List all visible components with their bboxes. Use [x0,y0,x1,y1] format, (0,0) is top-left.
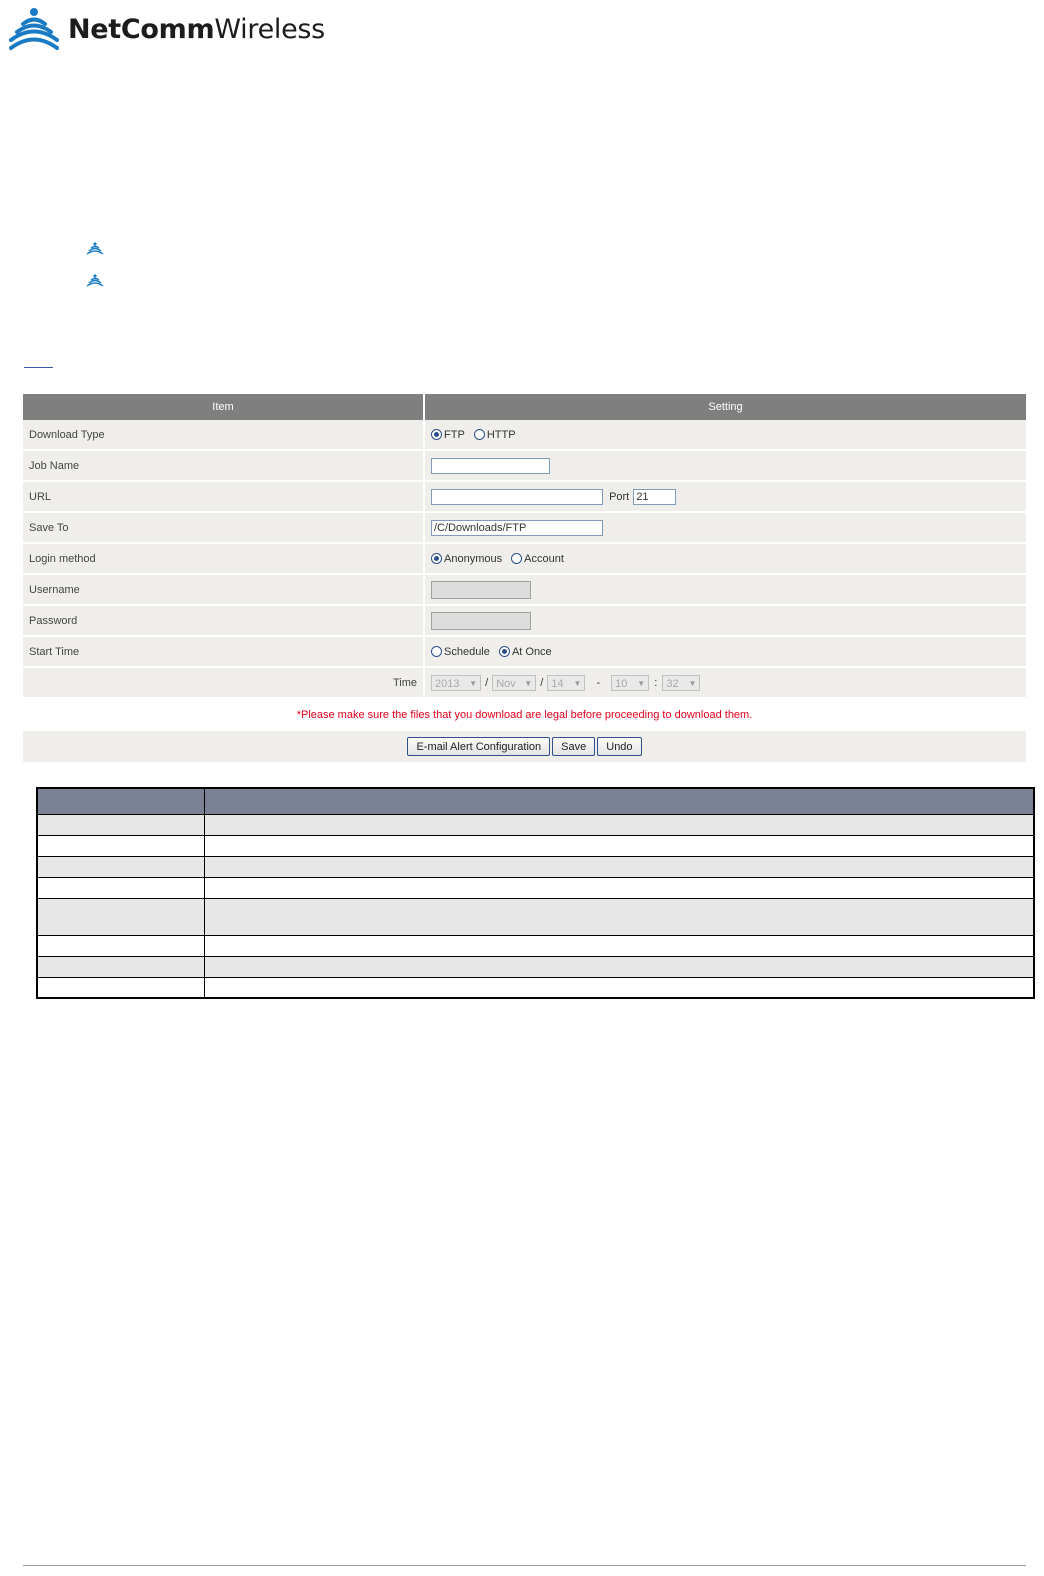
row-url: URL Port [23,481,1026,513]
table-row [38,814,1033,835]
column-divider [204,814,205,997]
chevron-down-icon: ▼ [469,678,477,688]
minute-select[interactable]: 32 ▼ [662,674,701,691]
month-select[interactable]: Nov ▼ [492,674,537,691]
time-label: Time [23,667,425,699]
job-name-label: Job Name [23,450,425,482]
table-row [38,935,1033,956]
http-radio-label: HTTP [486,428,516,441]
netcomm-wifi-bullet-icon [86,274,104,287]
row-download-type: Download Type FTP HTTP [23,420,1026,451]
table-row [38,898,1033,935]
row-actions: E-mail Alert Configuration Save Undo [23,731,1026,762]
date-separator: / [485,676,489,689]
header-item: Item [23,394,425,420]
schedule-radio-label: Schedule [444,645,490,658]
save-to-setting [424,512,1026,544]
download-type-label: Download Type [23,420,425,451]
ftp-radio-label: FTP [444,428,465,441]
password-setting [424,605,1026,637]
netcomm-wifi-logo-icon [9,8,59,50]
account-radio-label: Account [524,552,564,565]
url-input[interactable] [431,488,603,505]
username-label: Username [23,574,425,606]
job-name-setting [424,450,1026,482]
day-select[interactable]: 14 ▼ [547,674,586,691]
account-radio[interactable] [511,553,523,565]
chevron-down-icon: ▼ [688,678,697,688]
month-value: Nov [496,677,516,690]
login-method-setting: Anonymous Account [424,543,1026,575]
time-dash: - [596,676,601,689]
netcomm-logo: NetCommWireless [8,6,325,52]
ftp-radio[interactable] [431,429,442,441]
table-row [38,835,1033,856]
year-select[interactable]: 2013 ▼ [431,674,481,691]
start-time-setting: Schedule At Once [424,636,1026,668]
date-separator: / [540,676,544,689]
row-login-method: Login method Anonymous Account [23,543,1026,575]
day-value: 14 [551,677,564,690]
footer-rule [23,1565,1026,1566]
time-colon: : [654,676,658,689]
chevron-down-icon: ▼ [573,678,582,688]
year-value: 2013 [435,677,460,690]
table-row [38,877,1033,898]
hour-select[interactable]: 10 ▼ [611,674,650,691]
row-notice: *Please make sure the files that you dow… [23,698,1026,731]
schedule-radio[interactable] [431,646,442,658]
row-save-to: Save To [23,512,1026,544]
download-type-setting: FTP HTTP [424,420,1026,451]
port-label: Port [609,490,630,503]
start-time-label: Start Time [23,636,425,668]
description-table-header [38,789,1033,816]
time-setting: 2013 ▼ / Nov ▼ / 14 ▼ - 10 ▼ : 32 ▼ [424,667,1026,699]
row-start-time: Start Time Schedule At Once [23,636,1026,668]
undo-button[interactable]: Undo [597,737,642,756]
chevron-down-icon: ▼ [524,678,533,688]
email-alert-config-button[interactable]: E-mail Alert Configuration [407,737,551,756]
save-to-label: Save To [23,512,425,544]
brand-name: NetCommWireless [68,13,325,45]
http-radio[interactable] [473,429,485,441]
header-divider [204,789,205,814]
table-row [38,956,1033,977]
description-table [36,787,1035,999]
anonymous-radio-label: Anonymous [444,552,503,565]
url-setting: Port [424,481,1026,513]
row-password: Password [23,605,1026,637]
at-once-radio-label: At Once [511,645,552,658]
at-once-radio[interactable] [498,646,510,658]
row-job-name: Job Name [23,450,1026,482]
save-button[interactable]: Save [552,737,596,756]
table-header: Item Setting [23,394,1026,420]
port-input[interactable] [633,488,677,505]
username-input[interactable] [431,580,531,599]
chevron-down-icon: ▼ [637,678,646,688]
netcomm-wifi-bullet-icon [86,242,104,255]
table-row [38,856,1033,877]
login-method-label: Login method [23,543,425,575]
ftp-download-config-table: Item Setting Download Type FTP HTTP Job … [23,394,1026,762]
save-to-input[interactable] [431,519,603,536]
job-name-input[interactable] [431,457,550,474]
password-label: Password [23,605,425,637]
minute-value: 32 [666,677,679,690]
legal-notice: *Please make sure the files that you dow… [23,698,1026,731]
action-buttons: E-mail Alert Configuration Save Undo [23,731,1026,762]
url-label: URL [23,481,425,513]
row-username: Username [23,574,1026,606]
row-time: Time 2013 ▼ / Nov ▼ / 14 ▼ - 10 ▼ : 32 ▼ [23,667,1026,699]
hour-value: 10 [615,677,628,690]
header-setting: Setting [424,394,1026,420]
link-underline[interactable] [24,367,53,368]
table-row [38,977,1033,998]
username-setting [424,574,1026,606]
anonymous-radio[interactable] [431,553,442,565]
password-input[interactable] [431,611,531,630]
